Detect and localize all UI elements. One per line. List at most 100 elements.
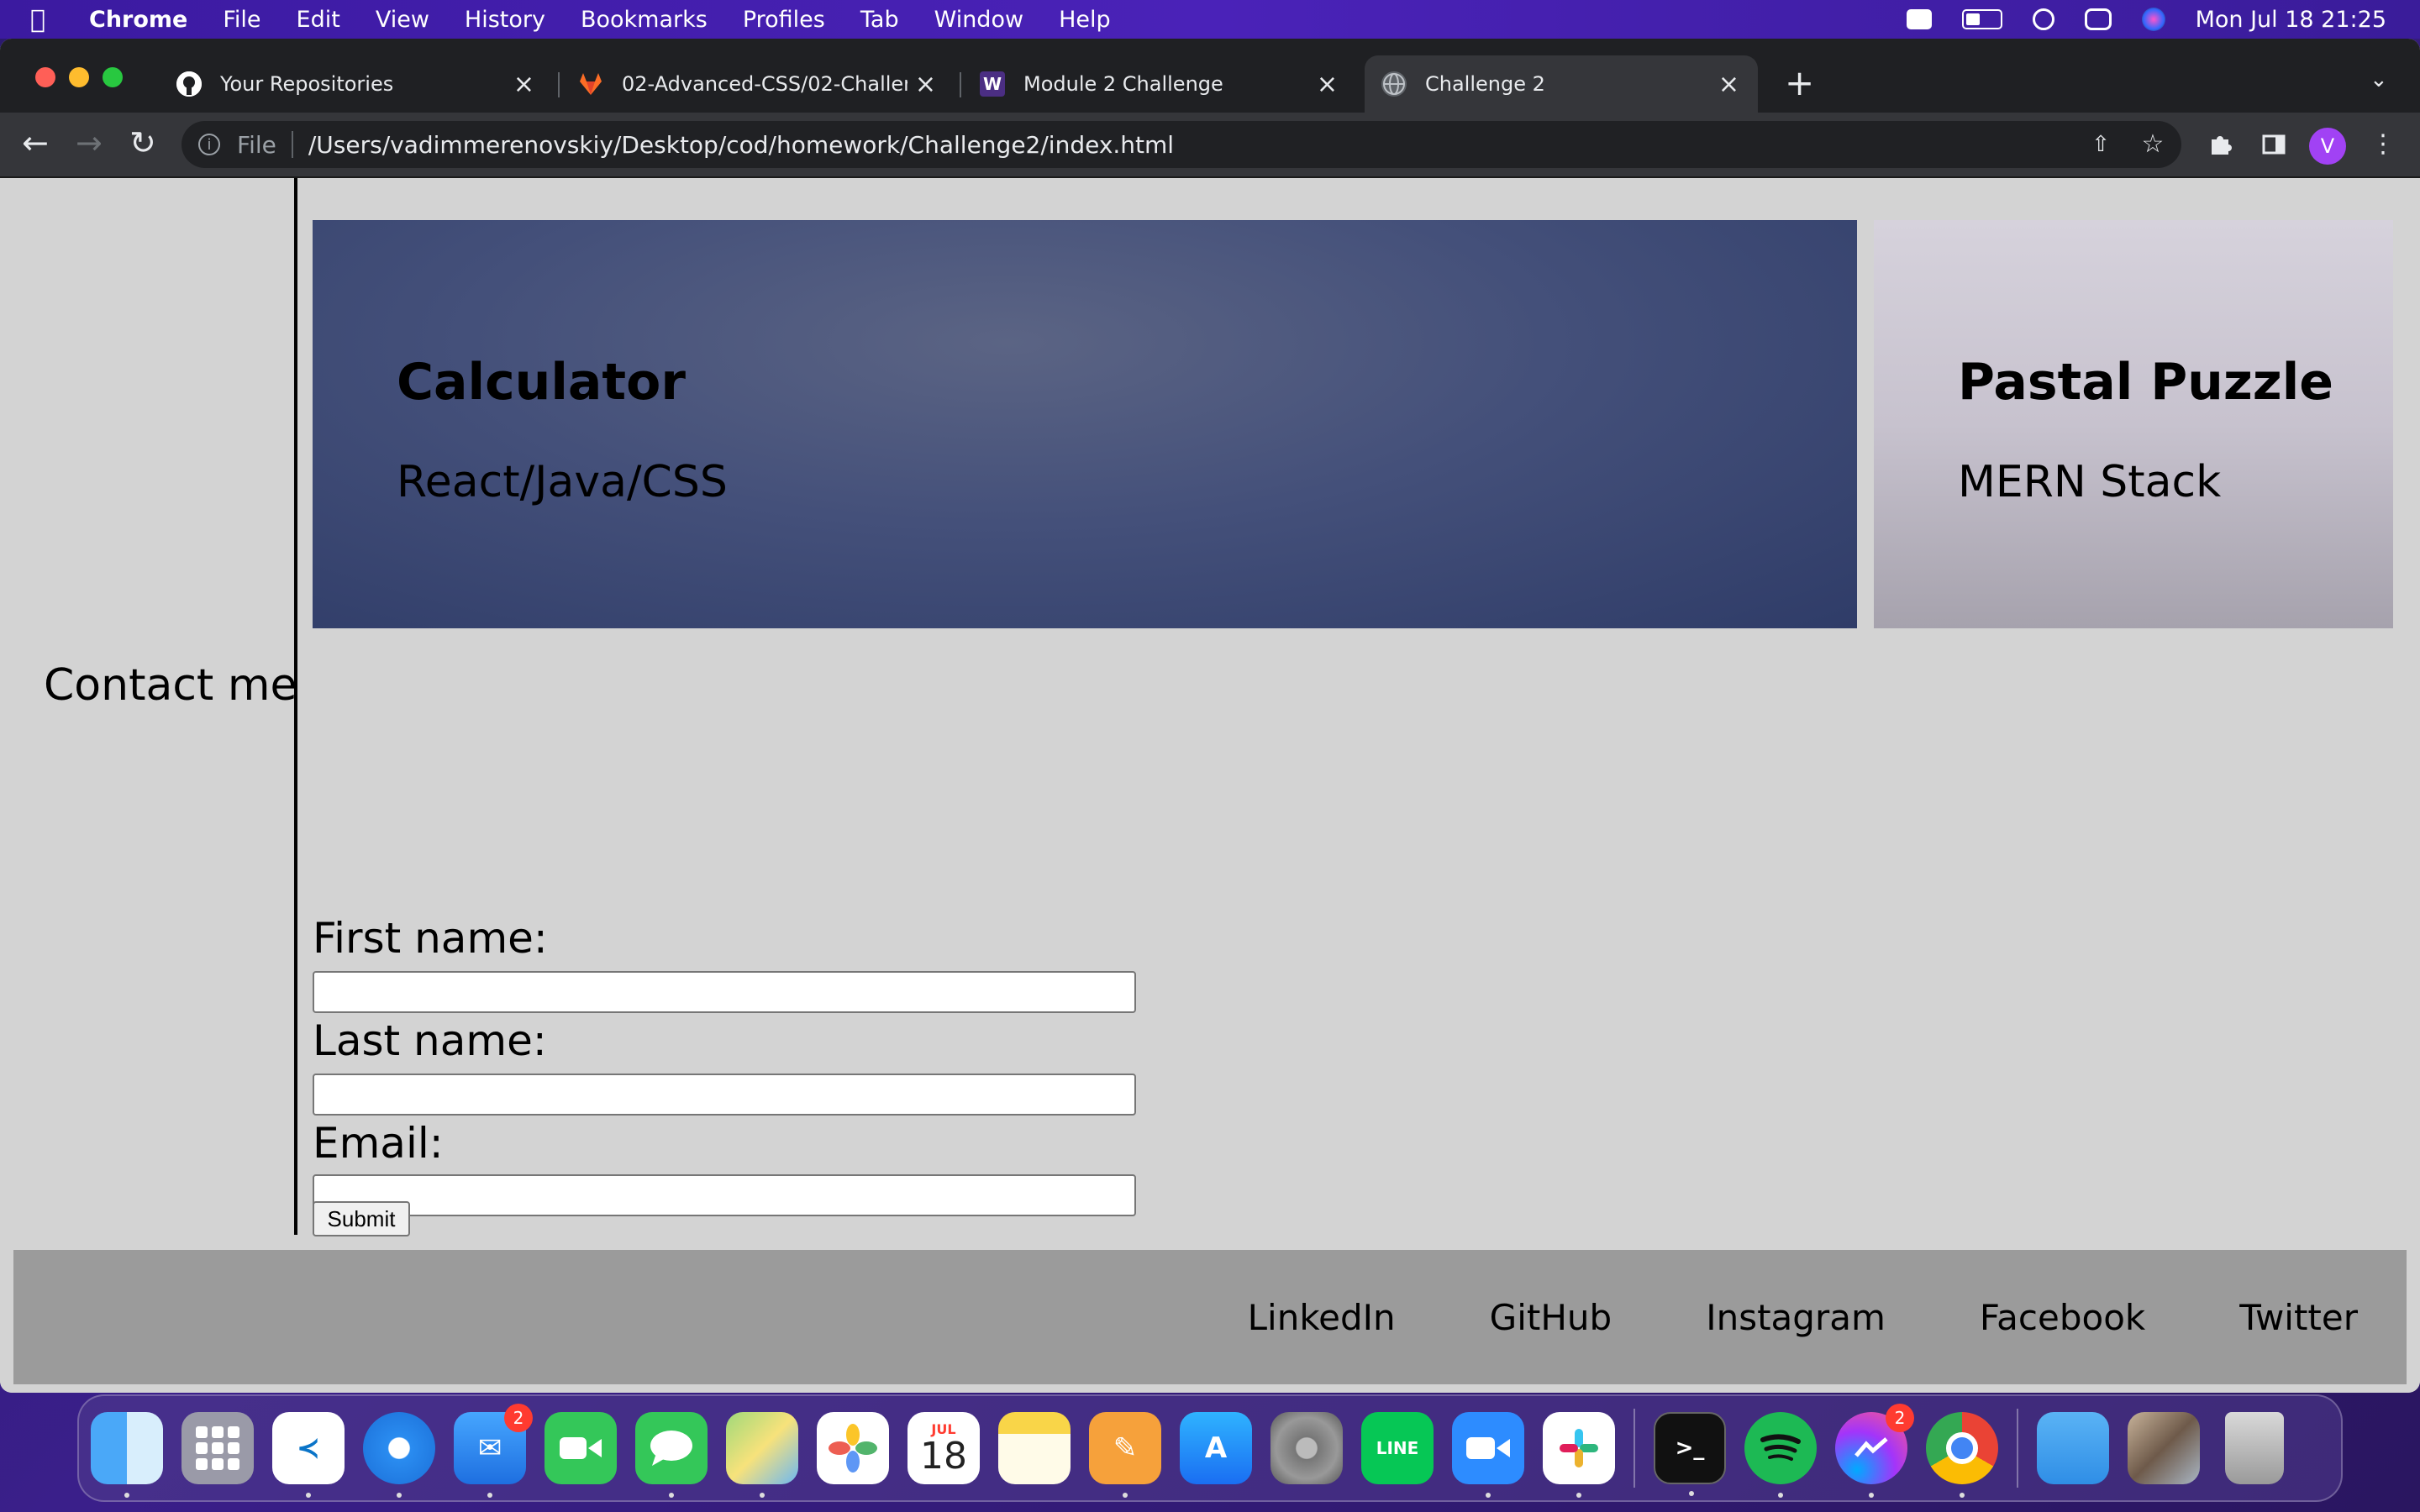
safari-icon[interactable] [363,1412,435,1498]
footer-link-instagram[interactable]: Instagram [1706,1297,1886,1338]
menu-view[interactable]: View [376,7,429,33]
reload-icon[interactable]: ↻ [129,124,156,161]
tab-title: 02-Advanced-CSS/02-Challenge [622,72,908,96]
spotify-icon[interactable] [1744,1412,1817,1498]
calendar-icon[interactable]: JUL 18 [908,1412,980,1484]
terminal-icon[interactable]: >_ [1654,1412,1726,1496]
messages-icon[interactable] [635,1412,708,1498]
time-machine-icon[interactable] [2032,8,2054,30]
finder-icon[interactable] [91,1412,163,1498]
menu-bar-clock[interactable]: Mon Jul 18 21:25 [2196,7,2386,33]
notes-icon[interactable] [998,1412,1071,1484]
control-center-icon[interactable] [2084,8,2112,30]
menu-file[interactable]: File [223,7,260,33]
menu-profiles[interactable]: Profiles [743,7,825,33]
footer-link-linkedin[interactable]: LinkedIn [1248,1297,1396,1338]
project-subtitle: React/Java/CSS [397,457,728,507]
side-panel-icon[interactable] [2260,131,2287,158]
downloads-folder-icon[interactable] [2037,1412,2109,1484]
menu-app-name[interactable]: Chrome [89,7,187,33]
web-page: Contact me Calculator React/Java/CSS Pas… [0,178,2420,1393]
email-input[interactable] [313,1174,1136,1216]
tab-challenge-2[interactable]: Challenge 2 × [1365,55,1758,113]
close-tab-icon[interactable]: × [1718,70,1739,99]
app-store-icon[interactable]: A [1180,1412,1252,1484]
project-title: Calculator [397,353,686,412]
back-arrow-icon[interactable]: ← [22,124,49,161]
mail-icon[interactable]: ✉ 2 [454,1404,533,1498]
share-icon[interactable]: ⇧ [2087,131,2114,158]
footer-link-github[interactable]: GitHub [1490,1297,1612,1338]
vscode-icon[interactable]: ≺ [272,1412,345,1498]
tab-module-2-challenge[interactable]: W Module 2 Challenge × [963,55,1356,113]
running-indicator [397,1493,402,1498]
new-tab-icon[interactable]: + [1785,62,1814,103]
slack-icon[interactable] [1543,1412,1615,1498]
tab-advanced-css[interactable]: 02-Advanced-CSS/02-Challenge × [561,55,955,113]
maps-icon[interactable] [726,1412,798,1498]
menu-edit[interactable]: Edit [297,7,340,33]
menu-bookmarks[interactable]: Bookmarks [581,7,708,33]
address-bar[interactable]: i File /Users/vadimmerenovskiy/Desktop/c… [182,121,2181,168]
video-camera-icon[interactable] [1906,9,1932,29]
close-tab-icon[interactable]: × [915,70,936,99]
recent-documents-stack-icon[interactable] [2128,1412,2200,1484]
menu-help[interactable]: Help [1059,7,1111,33]
footer-link-facebook[interactable]: Facebook [1980,1297,2145,1338]
close-tab-icon[interactable]: × [1317,70,1338,99]
project-card-calculator[interactable]: Calculator React/Java/CSS [313,220,1857,628]
macos-dock: ≺ ✉ 2 JUL 18 ✎ A LINE >_ 2 [77,1394,2343,1502]
running-indicator [1689,1491,1694,1496]
facetime-icon[interactable] [544,1412,617,1484]
info-icon[interactable]: i [198,134,220,155]
minimize-window-button[interactable] [69,67,89,87]
browser-toolbar: ← → ↻ i File /Users/vadimmerenovskiy/Des… [0,113,2420,178]
launchpad-icon[interactable] [182,1412,254,1484]
messenger-icon[interactable]: 2 [1835,1404,1914,1498]
menu-window[interactable]: Window [934,7,1023,33]
tab-strip: Your Repositories × 02-Advanced-CSS/02-C… [0,39,2420,113]
tab-search-chevron-icon[interactable]: ⌄ [2370,67,2388,92]
apple-menu-icon[interactable]:  [30,5,55,34]
tab-separator [960,72,961,97]
extensions-puzzle-icon[interactable] [2207,131,2233,158]
zoom-icon[interactable] [1452,1412,1524,1498]
system-preferences-gear-icon[interactable] [1270,1412,1343,1484]
chrome-window: Your Repositories × 02-Advanced-CSS/02-C… [0,39,2420,1393]
chrome-icon[interactable] [1926,1412,1998,1498]
first-name-label: First name: [313,914,548,963]
profile-avatar[interactable]: V [2309,128,2346,165]
url-text[interactable]: /Users/vadimmerenovskiy/Desktop/cod/home… [308,131,1174,159]
macos-menu-bar:  Chrome File Edit View History Bookmark… [0,0,2420,39]
menu-tab[interactable]: Tab [860,7,899,33]
tab-title: Challenge 2 [1425,72,1545,96]
trash-icon[interactable] [2225,1412,2284,1484]
first-name-input[interactable] [313,971,1136,1013]
submit-button[interactable]: Submit [313,1201,410,1236]
project-subtitle: MERN Stack [1958,457,2222,507]
siri-icon[interactable] [2141,8,2165,31]
contact-me-heading: Contact me [44,660,297,711]
battery-icon[interactable] [1961,9,2002,29]
zoom-window-button[interactable] [103,67,123,87]
pages-icon[interactable]: ✎ [1089,1412,1161,1498]
last-name-label: Last name: [313,1016,547,1065]
close-window-button[interactable] [35,67,55,87]
photos-icon[interactable] [817,1412,889,1484]
messenger-badge: 2 [1886,1404,1914,1432]
kebab-menu-icon[interactable]: ⋮ [2370,131,2396,158]
close-tab-icon[interactable]: × [513,70,534,99]
github-icon [176,71,202,97]
footer-link-twitter[interactable]: Twitter [2239,1297,2358,1338]
running-indicator [306,1493,311,1498]
bookmark-star-icon[interactable]: ☆ [2139,131,2166,158]
project-card-pastal-puzzle[interactable]: Pastal Puzzle MERN Stack [1874,220,2393,628]
running-indicator [487,1493,492,1498]
menu-history[interactable]: History [465,7,545,33]
dock-divider [1634,1409,1635,1488]
forward-arrow-icon[interactable]: → [76,124,103,161]
tab-your-repositories[interactable]: Your Repositories × [160,55,553,113]
last-name-input[interactable] [313,1074,1136,1116]
contact-aside: Contact me [0,178,297,1235]
line-icon[interactable]: LINE [1361,1412,1434,1484]
